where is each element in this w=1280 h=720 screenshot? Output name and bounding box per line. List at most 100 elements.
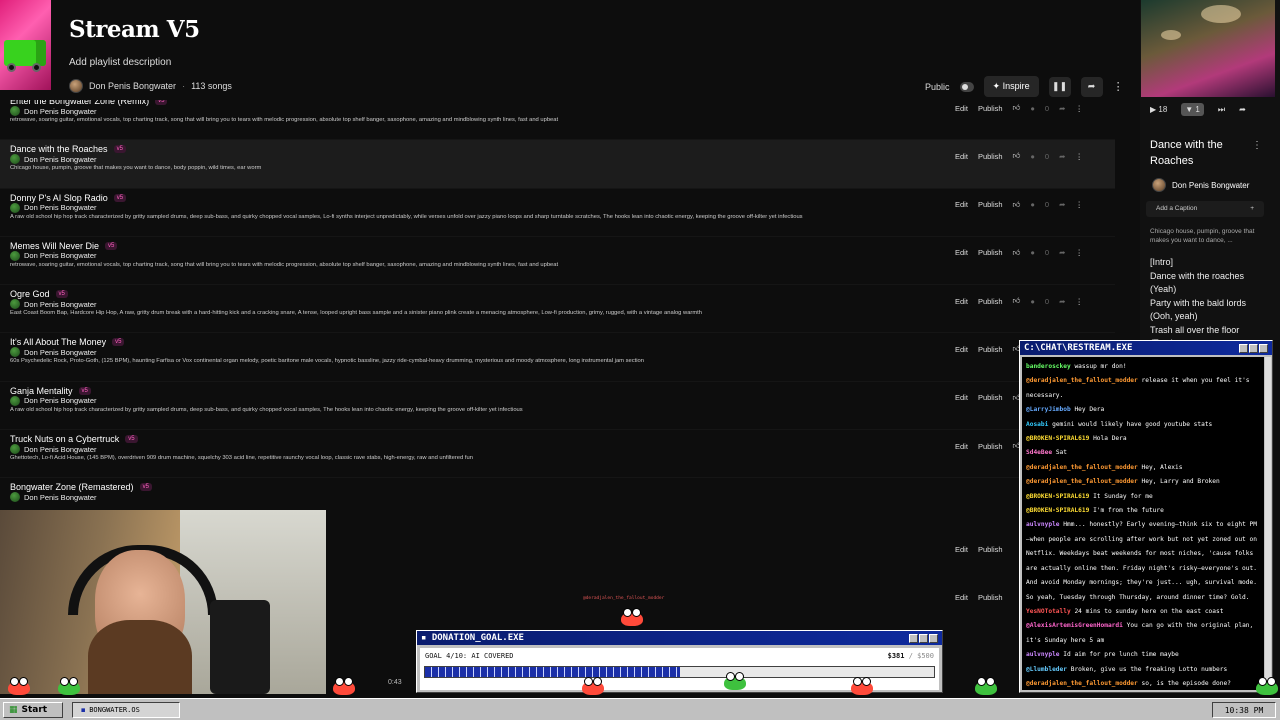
minimize-button[interactable] [909, 633, 918, 643]
edit-button[interactable]: Edit [955, 152, 968, 161]
thumbs-up-icon[interactable]: 👍︎ [1013, 151, 1021, 161]
thumbs-up-icon[interactable]: 👍︎ [1013, 200, 1021, 210]
chat-username[interactable]: @BROKEN-SPIRAL619 [1026, 493, 1089, 500]
song-artist: Don Penis Bongwater [10, 250, 97, 261]
chat-username[interactable]: banderosckey [1026, 363, 1071, 370]
chat-username[interactable]: @Llumbleder [1026, 666, 1067, 673]
song-row[interactable]: Ganja Mentality v5 Don Penis Bongwater A ra… [0, 382, 1115, 431]
comment-icon[interactable]: ● [1030, 200, 1035, 209]
publish-button[interactable]: Publish [978, 442, 1003, 451]
public-toggle[interactable] [959, 81, 974, 92]
dislike-button[interactable]: ▼ 1 [1181, 103, 1204, 116]
song-row[interactable]: It's All About The Money v5 Don Penis Bong… [0, 333, 1115, 382]
more-options-icon[interactable]: ⋮ [1075, 248, 1083, 257]
chat-username[interactable]: aulvnyple [1026, 521, 1060, 528]
edit-button[interactable]: Edit [955, 545, 968, 554]
chat-username[interactable]: Sd4eBee [1026, 449, 1052, 456]
song-title-text[interactable]: Ganja Mentality [10, 386, 73, 396]
edit-button[interactable]: Edit [955, 248, 968, 257]
edit-button[interactable]: Edit [955, 345, 968, 354]
song-row[interactable]: Donny P's AI Slop Radio v5 Don Penis Bongw… [0, 189, 1115, 237]
chat-username[interactable]: Aosabi [1026, 421, 1048, 428]
comment-icon[interactable]: ● [1030, 297, 1035, 306]
donation-progress-fill [425, 667, 680, 677]
more-options-icon[interactable]: ⋮ [1075, 297, 1083, 306]
maximize-button[interactable] [1249, 343, 1258, 353]
maximize-button[interactable] [919, 633, 928, 643]
close-button[interactable] [1259, 343, 1268, 353]
edit-button[interactable]: Edit [955, 393, 968, 402]
share-icon[interactable]: ➦ [1059, 200, 1065, 209]
share-icon[interactable]: ➦ [1059, 248, 1065, 257]
song-title-text[interactable]: Memes Will Never Die [10, 241, 99, 251]
share-icon[interactable]: ➦ [1059, 297, 1065, 306]
publish-button[interactable]: Publish [978, 593, 1003, 602]
start-button[interactable]: ▦ Start [3, 702, 63, 718]
publish-button[interactable]: Publish [978, 545, 1003, 554]
share-icon[interactable]: ➦ [1059, 152, 1065, 161]
share-icon[interactable]: ➦ [1059, 104, 1065, 113]
song-title-text[interactable]: It's All About The Money [10, 337, 106, 347]
chat-username[interactable]: YesNOTotally [1026, 608, 1071, 615]
publish-button[interactable]: Publish [978, 200, 1003, 209]
publish-button[interactable]: Publish [978, 393, 1003, 402]
skip-icon[interactable]: ⏭ [1218, 105, 1225, 115]
comment-icon[interactable]: ● [1030, 104, 1035, 113]
song-row[interactable]: Truck Nuts on a Cybertruck v5 Don Penis Bo… [0, 430, 1115, 479]
publish-button[interactable]: Publish [978, 248, 1003, 257]
chat-username[interactable]: @deradjalen_the_fallout_modder [1026, 680, 1138, 687]
edit-button[interactable]: Edit [955, 442, 968, 451]
song-row[interactable]: Enter the Bongwater Zone (Remix) v5 Don Pe… [0, 100, 1115, 141]
chat-username[interactable]: @BROKEN-SPIRAL619 [1026, 507, 1089, 514]
more-options-icon[interactable]: ⋮ [1075, 104, 1083, 113]
song-row[interactable]: Dance with the Roaches v5 Don Penis Bongwa… [0, 140, 1115, 189]
chat-scrollbar[interactable] [1265, 357, 1271, 690]
inspire-button[interactable]: ✦ Inspire [983, 76, 1039, 97]
share-button[interactable]: ➦ [1080, 76, 1103, 97]
pause-button[interactable]: ❚❚ [1048, 76, 1071, 97]
song-row[interactable]: Bongwater Zone (Remastered) v5 Don Penis B… [0, 478, 1115, 510]
more-options-icon[interactable]: ⋮ [1075, 200, 1083, 209]
publish-button[interactable]: Publish [978, 152, 1003, 161]
thumbs-up-icon[interactable]: 👍︎ [1013, 296, 1021, 306]
publish-button[interactable]: Publish [978, 345, 1003, 354]
chat-username[interactable]: @deradjalen_the_fallout_modder [1026, 478, 1138, 485]
owner-name[interactable]: Don Penis Bongwater [89, 81, 176, 91]
more-options-icon[interactable]: ⋮ [1075, 152, 1083, 161]
song-title-text[interactable]: Truck Nuts on a Cybertruck [10, 434, 119, 444]
edit-button[interactable]: Edit [955, 104, 968, 113]
chat-username[interactable]: @deradjalen_the_fallout_modder [1026, 377, 1138, 384]
like-button[interactable]: ▶ 18 [1150, 105, 1167, 114]
edit-button[interactable]: Edit [955, 593, 968, 602]
publish-button[interactable]: Publish [978, 104, 1003, 113]
version-badge: v5 [139, 483, 152, 492]
taskbar-app-button[interactable]: ◼ BONGWATER.OS [72, 702, 180, 718]
thumbs-up-icon[interactable]: 👍︎ [1013, 248, 1021, 258]
song-row[interactable]: Memes Will Never Die v5 Don Penis Bongwate… [0, 237, 1115, 286]
song-title-text[interactable]: Ogre God [10, 289, 50, 299]
minimize-button[interactable] [1239, 343, 1248, 353]
chat-username[interactable]: @deradjalen_the_fallout_modder [1026, 464, 1138, 471]
chat-username[interactable]: @BROKEN-SPIRAL619 [1026, 435, 1089, 442]
version-badge: v5 [113, 145, 126, 154]
song-row[interactable]: Ogre God v5 Don Penis Bongwater East Coast … [0, 285, 1115, 334]
edit-button[interactable]: Edit [955, 200, 968, 209]
thumbs-up-icon[interactable]: 👍︎ [1013, 103, 1021, 113]
song-title-text[interactable]: Bongwater Zone (Remastered) [10, 482, 134, 492]
share-icon[interactable]: ➦ [1239, 105, 1246, 114]
more-options-icon[interactable]: ⋮ [1113, 80, 1124, 93]
more-options-icon[interactable]: ⋮ [1252, 140, 1262, 151]
publish-button[interactable]: Publish [978, 297, 1003, 306]
edit-button[interactable]: Edit [955, 297, 968, 306]
song-title-text[interactable]: Dance with the Roaches [10, 144, 108, 154]
playlist-description[interactable]: Add playlist description [69, 57, 171, 68]
chat-username[interactable]: @AlexisArtemisGreenHomardi [1026, 622, 1123, 629]
comment-icon[interactable]: ● [1030, 152, 1035, 161]
chat-username[interactable]: @LarryJimbob [1026, 406, 1071, 413]
chat-username[interactable]: aulvnyple [1026, 651, 1060, 658]
song-title: Ogre God v5 [10, 289, 68, 299]
close-button[interactable] [929, 633, 938, 643]
caption-input[interactable]: Add a Caption + [1146, 201, 1264, 217]
comment-icon[interactable]: ● [1030, 248, 1035, 257]
song-title-text[interactable]: Donny P's AI Slop Radio [10, 193, 108, 203]
